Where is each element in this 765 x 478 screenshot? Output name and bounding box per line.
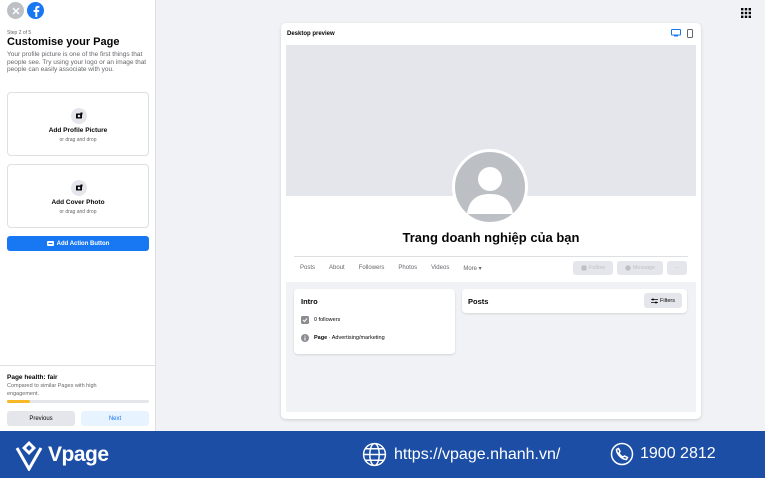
tab-followers[interactable]: Followers: [359, 265, 385, 272]
follow-icon: [581, 265, 587, 271]
next-button[interactable]: Next: [81, 411, 149, 426]
header-divider: [294, 256, 688, 257]
add-profile-picture-box[interactable]: Add Profile Picture or drag and drop: [7, 92, 149, 156]
previous-button[interactable]: Previous: [7, 411, 75, 426]
filters-icon: [651, 298, 658, 303]
brand-name: Vpage: [48, 443, 109, 466]
intro-title: Intro: [301, 297, 318, 306]
action-button-icon: [46, 241, 54, 246]
followers-check-icon: [301, 316, 309, 324]
add-cover-photo-box[interactable]: Add Cover Photo or drag and drop: [7, 164, 149, 228]
camera-icon: [71, 180, 87, 196]
preview-label: Desktop preview: [287, 31, 335, 37]
desktop-view-icon[interactable]: [671, 29, 681, 37]
followers-count: 0 followers: [314, 317, 341, 323]
page-health-section: Page health: fair Compared to similar Pa…: [0, 365, 156, 431]
tab-videos[interactable]: Videos: [431, 265, 449, 272]
page-health-title: Page health: fair: [7, 374, 58, 381]
more-options-button[interactable]: ···: [667, 261, 687, 275]
apps-grid-icon[interactable]: [741, 5, 751, 23]
page-tabs: Posts About Followers Photos Videos More…: [300, 265, 496, 272]
followers-row: 0 followers: [301, 316, 340, 324]
tab-about[interactable]: About: [329, 265, 345, 272]
avatar-silhouette-icon: [467, 167, 513, 214]
posts-title: Posts: [468, 297, 489, 306]
category-text: · Advertising/marketing: [327, 335, 385, 341]
preview-mode-toggle: [671, 29, 693, 38]
messenger-icon: [625, 265, 631, 271]
top-icons: [7, 2, 44, 19]
phone-number: 1900 2812: [640, 445, 716, 462]
desktop-preview-card: Desktop preview Trang doanh nghiệp của b…: [281, 23, 701, 419]
page-health-description: Compared to similar Pages with high enga…: [7, 383, 97, 397]
add-profile-picture-label: Add Profile Picture: [48, 127, 108, 134]
page-name: Trang doanh nghiệp của bạn: [402, 230, 580, 245]
facebook-logo-icon[interactable]: [27, 2, 44, 19]
add-action-button-label: Add Action Button: [56, 240, 110, 247]
drag-drop-hint: or drag and drop: [59, 209, 97, 215]
footer-banner: Vpage https://vpage.nhanh.vn/ 1900 2812: [0, 431, 765, 478]
add-cover-photo-label: Add Cover Photo: [51, 199, 105, 206]
facebook-page-preview: Trang doanh nghiệp của bạn Posts About F…: [286, 45, 696, 412]
camera-icon: [71, 108, 87, 124]
panel-description: Your profile picture is one of the first…: [7, 51, 147, 73]
tab-photos[interactable]: Photos: [398, 265, 417, 272]
filters-button[interactable]: Filters: [644, 293, 682, 308]
follow-button[interactable]: Follow: [573, 261, 613, 275]
category-row: Page · Advertising/marketing: [301, 334, 385, 342]
profile-picture-placeholder: [452, 149, 528, 225]
vpage-logo-icon: [15, 441, 43, 471]
filters-label: Filters: [660, 297, 675, 304]
posts-card: Posts Filters: [462, 289, 687, 313]
follow-label: Follow: [589, 265, 605, 271]
panel-title: Customise your Page: [7, 36, 120, 48]
vpage-brand: Vpage: [14, 439, 109, 471]
page-category: Page · Advertising/marketing: [314, 335, 385, 341]
page-health-bar: [7, 400, 149, 403]
mobile-view-icon[interactable]: [687, 29, 693, 38]
add-action-button[interactable]: Add Action Button: [7, 236, 149, 251]
website-link[interactable]: https://vpage.nhanh.vn/: [362, 442, 560, 467]
message-button[interactable]: Message: [617, 261, 663, 275]
website-url: https://vpage.nhanh.vn/: [394, 445, 561, 463]
hotline[interactable]: 1900 2812: [610, 442, 716, 466]
phone-icon: [610, 442, 634, 466]
message-label: Message: [632, 265, 656, 271]
page-health-bar-fill: [7, 400, 30, 403]
intro-card: Intro 0 followers Page · Advertising/mar…: [294, 289, 455, 354]
close-icon[interactable]: [7, 2, 24, 19]
setup-sidebar: Step 2 of 5 Customise your Page Your pro…: [0, 0, 156, 431]
globe-icon: [362, 442, 387, 467]
page-label: Page: [314, 335, 328, 341]
drag-drop-hint: or drag and drop: [59, 137, 97, 143]
tab-posts[interactable]: Posts: [300, 265, 315, 272]
tab-more[interactable]: More ▾: [463, 265, 481, 272]
info-icon: [301, 334, 309, 342]
